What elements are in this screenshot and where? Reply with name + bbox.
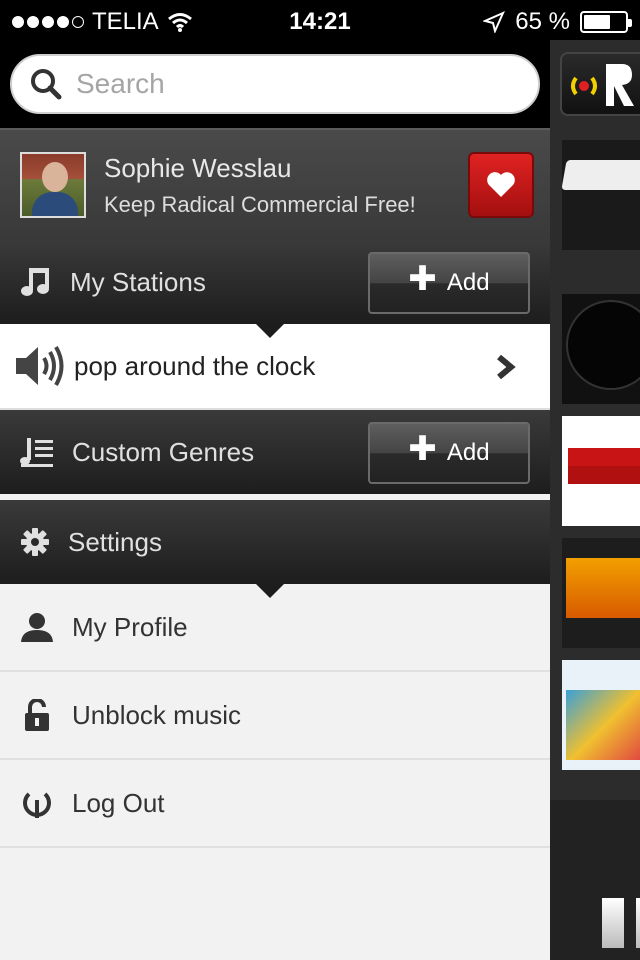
- genre-list-icon: [20, 438, 53, 467]
- menu-item-unblock-music[interactable]: Unblock music: [0, 672, 550, 760]
- my-stations-header: My Stations ✚ Add: [0, 240, 550, 324]
- main-content-peek[interactable]: [550, 40, 640, 960]
- my-stations-label: My Stations: [70, 266, 206, 297]
- favorite-button[interactable]: [468, 152, 534, 218]
- avatar: [20, 152, 86, 218]
- pause-icon-bar[interactable]: [636, 898, 640, 948]
- menu-item-log-out[interactable]: Log Out: [0, 760, 550, 848]
- album-art-thumbnail[interactable]: [562, 416, 640, 526]
- gear-icon: [21, 528, 49, 556]
- location-arrow-icon: [483, 11, 506, 33]
- search-icon: [31, 69, 62, 100]
- unblock-music-label: Unblock music: [72, 699, 242, 730]
- chevron-right-icon: [497, 354, 516, 380]
- side-menu: Sophie Wesslau Keep Radical Commercial F…: [0, 40, 550, 960]
- profile-name: Sophie Wesslau: [104, 152, 292, 183]
- station-label: pop around the clock: [74, 350, 316, 381]
- profile-header[interactable]: Sophie Wesslau Keep Radical Commercial F…: [0, 128, 550, 240]
- log-out-label: Log Out: [72, 787, 165, 818]
- section-notch: [256, 324, 284, 338]
- player-bar[interactable]: [550, 800, 640, 960]
- custom-genres-label: Custom Genres: [72, 436, 255, 467]
- album-art-thumbnail[interactable]: [562, 294, 640, 404]
- speaker-icon: [16, 345, 64, 387]
- section-notch: [256, 584, 284, 598]
- profile-subtitle: Keep Radical Commercial Free!: [104, 191, 416, 217]
- custom-genres-header: Custom Genres ✚ Add: [0, 410, 550, 494]
- pause-icon[interactable]: [602, 898, 624, 948]
- settings-header: Settings: [0, 500, 550, 584]
- my-profile-label: My Profile: [72, 611, 188, 642]
- station-item-pop-around-the-clock[interactable]: pop around the clock: [0, 324, 550, 410]
- search-field[interactable]: [10, 54, 540, 114]
- status-bar: TELIA 14:21 65 %: [0, 0, 640, 40]
- settings-label: Settings: [68, 526, 162, 557]
- add-station-button[interactable]: ✚ Add: [368, 252, 530, 314]
- plus-icon: ✚: [408, 430, 437, 468]
- app-logo: [560, 52, 640, 116]
- logout-icon: [23, 792, 51, 818]
- add-genre-button[interactable]: ✚ Add: [368, 422, 530, 484]
- search-input[interactable]: [76, 68, 496, 100]
- music-note-icon: [21, 268, 49, 296]
- album-art-thumbnail[interactable]: [561, 140, 640, 250]
- add-station-label: Add: [446, 269, 490, 296]
- add-genre-label: Add: [446, 439, 490, 466]
- search-bar: [0, 40, 550, 128]
- album-art-thumbnail[interactable]: [562, 538, 640, 648]
- unlock-icon: [25, 699, 49, 731]
- battery-percent: 65 %: [515, 8, 570, 35]
- battery-icon: [580, 11, 632, 33]
- person-icon: [21, 613, 53, 642]
- plus-icon: ✚: [408, 260, 437, 298]
- heart-icon: [487, 172, 515, 197]
- album-art-thumbnail[interactable]: [562, 660, 640, 770]
